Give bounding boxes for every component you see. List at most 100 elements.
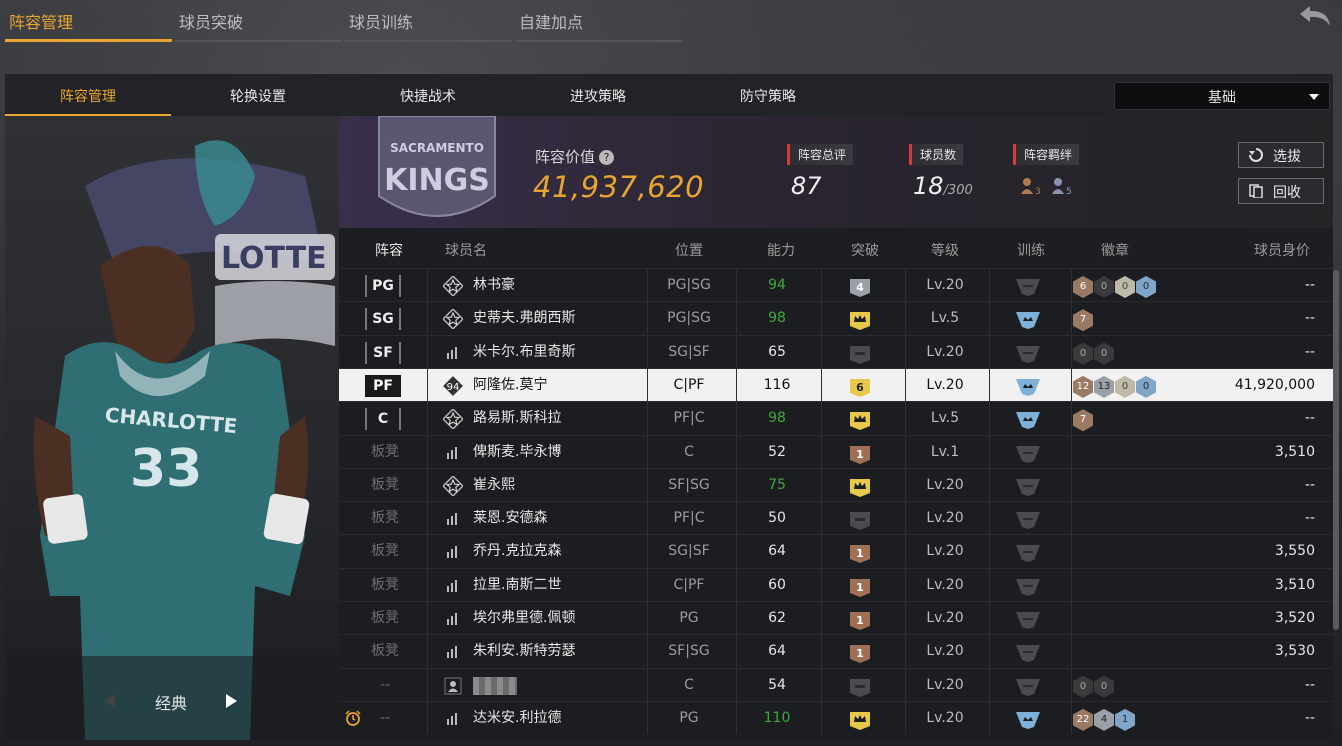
col-badges[interactable]: 徽章 bbox=[1095, 240, 1135, 260]
col-name[interactable]: 球员名 bbox=[441, 240, 491, 260]
training-icon[interactable] bbox=[1015, 311, 1041, 330]
slot-position-badge[interactable]: SF bbox=[365, 341, 401, 364]
badge-count[interactable]: 0 bbox=[1073, 342, 1093, 365]
player-name[interactable]: 乔丹.克拉克森 bbox=[473, 535, 561, 568]
table-row[interactable]: -- C 54 Lv.20 00 -- bbox=[339, 667, 1333, 702]
training-icon[interactable] bbox=[1015, 544, 1041, 563]
badge-count[interactable]: 7 bbox=[1073, 309, 1093, 332]
sub-tab-quick-tactics[interactable]: 快捷战术 bbox=[345, 74, 511, 116]
recycle-button[interactable]: 回收 bbox=[1238, 178, 1324, 204]
training-icon[interactable] bbox=[1015, 578, 1041, 596]
table-row[interactable]: 板凳 埃尔弗里德.佩顿 PG 62 1 Lv.20 3,520 bbox=[339, 601, 1333, 634]
back-icon[interactable] bbox=[1296, 2, 1336, 32]
col-price[interactable]: 球员身价 bbox=[1247, 240, 1317, 260]
player-name[interactable]: 俾斯麦.毕永博 bbox=[473, 436, 561, 469]
help-icon[interactable]: ? bbox=[599, 150, 615, 165]
table-row[interactable]: SG 史蒂夫.弗朗西斯 PG|SG 98 Lv.5 7 -- bbox=[339, 301, 1333, 335]
badge-count[interactable]: 0 bbox=[1094, 276, 1114, 298]
training-icon[interactable] bbox=[1015, 411, 1041, 430]
player-name[interactable]: 埃尔弗里德.佩顿 bbox=[473, 602, 575, 635]
table-row[interactable]: 板凳 俾斯麦.毕永博 C 52 1 Lv.1 3,510 bbox=[339, 434, 1333, 469]
table-row[interactable]: 板凳 崔永熙 SF|SG 75 Lv.20 -- bbox=[339, 467, 1333, 502]
col-breakthrough[interactable]: 突破 bbox=[845, 240, 885, 260]
training-icon[interactable] bbox=[1015, 478, 1041, 496]
player-name[interactable]: 拉里.南斯二世 bbox=[473, 569, 561, 602]
badge-count[interactable]: 12 bbox=[1073, 375, 1093, 398]
sub-tab-offense[interactable]: 进攻策略 bbox=[515, 74, 681, 116]
badge-count[interactable]: 0 bbox=[1094, 342, 1114, 365]
top-tab-lineup[interactable]: 阵容管理 bbox=[5, 0, 172, 42]
next-style-arrow[interactable] bbox=[226, 694, 237, 708]
slot-label[interactable]: 板凳 bbox=[365, 602, 405, 635]
badge-count[interactable]: 4 bbox=[1094, 708, 1114, 731]
slot-label[interactable]: 板凳 bbox=[365, 436, 405, 469]
table-row[interactable]: 板凳 乔丹.克拉克森 SG|SF 64 1 Lv.20 3,550 bbox=[339, 534, 1333, 568]
training-icon[interactable] bbox=[1015, 445, 1041, 463]
player-name[interactable]: 莱恩.安德森 bbox=[473, 502, 547, 535]
column-divider bbox=[989, 302, 990, 335]
player-name[interactable]: 史蒂夫.弗朗西斯 bbox=[473, 302, 575, 335]
badge-count[interactable]: 0 bbox=[1136, 276, 1156, 298]
badge-count[interactable]: 7 bbox=[1073, 409, 1093, 432]
col-ability[interactable]: 能力 bbox=[761, 240, 801, 260]
training-icon[interactable] bbox=[1015, 711, 1041, 729]
slot-label[interactable]: 板凳 bbox=[365, 635, 405, 668]
table-row[interactable]: PF 94 阿隆佐.莫宁 C|PF 116 6 Lv.20 12 13 0 0 41,… bbox=[339, 367, 1333, 402]
pick-button[interactable]: 选拔 bbox=[1238, 142, 1324, 168]
slot-label[interactable]: 板凳 bbox=[365, 502, 405, 535]
table-row[interactable]: C 路易斯.斯科拉 PF|C 98 Lv.5 7 -- bbox=[339, 401, 1333, 435]
col-position[interactable]: 位置 bbox=[669, 240, 709, 260]
training-icon[interactable] bbox=[1015, 511, 1041, 530]
sub-tab-lineup[interactable]: 阵容管理 bbox=[5, 74, 171, 116]
badge-count[interactable]: 0 bbox=[1094, 675, 1114, 698]
badge-count[interactable]: 0 bbox=[1136, 375, 1156, 398]
table-row[interactable]: 板凳 朱利安.斯特劳瑟 SF|SG 64 1 Lv.20 3,530 bbox=[339, 634, 1333, 668]
training-icon[interactable] bbox=[1015, 644, 1041, 663]
player-name[interactable]: 路易斯.斯科拉 bbox=[473, 402, 561, 435]
player-name[interactable]: 崔永熙 bbox=[473, 469, 515, 502]
table-row[interactable]: 板凳 拉里.南斯二世 C|PF 60 1 Lv.20 3,510 bbox=[339, 567, 1333, 602]
slot-label[interactable]: -- bbox=[365, 702, 405, 735]
player-name[interactable]: 朱利安.斯特劳瑟 bbox=[473, 635, 575, 668]
badge-count[interactable]: 6 bbox=[1073, 276, 1093, 298]
sub-tab-defense[interactable]: 防守策略 bbox=[685, 74, 851, 116]
top-tab-training[interactable]: 球员训练 bbox=[345, 0, 512, 42]
table-scrollbar[interactable] bbox=[1333, 270, 1339, 630]
badge-count[interactable]: 13 bbox=[1094, 375, 1114, 398]
table-row[interactable]: 板凳 莱恩.安德森 PF|C 50 Lv.20 -- bbox=[339, 501, 1333, 535]
badge-count[interactable]: 0 bbox=[1115, 276, 1135, 298]
slot-position-badge[interactable]: PG bbox=[365, 275, 401, 297]
slot-label[interactable]: 板凳 bbox=[365, 569, 405, 602]
top-tab-custom-points[interactable]: 自建加点 bbox=[515, 0, 682, 42]
slot-label[interactable]: 板凳 bbox=[365, 469, 405, 502]
slot-position-badge[interactable]: SG bbox=[365, 308, 401, 331]
badge-count[interactable]: 1 bbox=[1115, 708, 1135, 731]
table-row[interactable]: PG 林书豪 PG|SG 94 4 Lv.20 6000 -- bbox=[339, 268, 1333, 301]
training-icon[interactable] bbox=[1015, 378, 1041, 396]
player-name[interactable]: 阿隆佐.莫宁 bbox=[473, 369, 547, 402]
player-name[interactable]: 林书豪 bbox=[473, 269, 515, 302]
table-row[interactable]: SF 米卡尔.布里奇斯 SG|SF 65 Lv.20 00 -- bbox=[339, 334, 1333, 369]
col-level[interactable]: 等级 bbox=[925, 240, 965, 260]
badge-count[interactable]: 0 bbox=[1115, 375, 1135, 398]
training-icon[interactable] bbox=[1015, 611, 1041, 629]
sub-tab-rotation[interactable]: 轮换设置 bbox=[175, 74, 341, 116]
badge-count[interactable]: 22 bbox=[1073, 708, 1093, 731]
lineup-bond[interactable]: 阵容羁绊 3 5 bbox=[1013, 144, 1080, 196]
training-icon[interactable] bbox=[1015, 278, 1041, 296]
table-row[interactable]: -- 达米安.利拉德 PG 110 Lv.20 22 4 1 -- bbox=[339, 700, 1333, 735]
slot-position-badge[interactable]: PF bbox=[365, 374, 401, 397]
training-icon[interactable] bbox=[1015, 345, 1041, 363]
col-training[interactable]: 训练 bbox=[1011, 240, 1051, 260]
top-tab-breakthrough[interactable]: 球员突破 bbox=[175, 0, 342, 42]
slot-label[interactable]: 板凳 bbox=[365, 535, 405, 568]
prev-style-arrow[interactable] bbox=[105, 694, 115, 708]
training-icon[interactable] bbox=[1015, 678, 1041, 696]
slot-label[interactable]: -- bbox=[365, 669, 405, 702]
badge-count[interactable]: 0 bbox=[1073, 675, 1093, 698]
col-lineup[interactable]: 阵容 bbox=[369, 240, 409, 260]
mode-dropdown[interactable]: 基础 bbox=[1114, 82, 1330, 110]
player-name[interactable]: 达米安.利拉德 bbox=[473, 702, 561, 735]
player-name[interactable]: 米卡尔.布里奇斯 bbox=[473, 336, 575, 369]
slot-position-badge[interactable]: C bbox=[365, 408, 401, 431]
